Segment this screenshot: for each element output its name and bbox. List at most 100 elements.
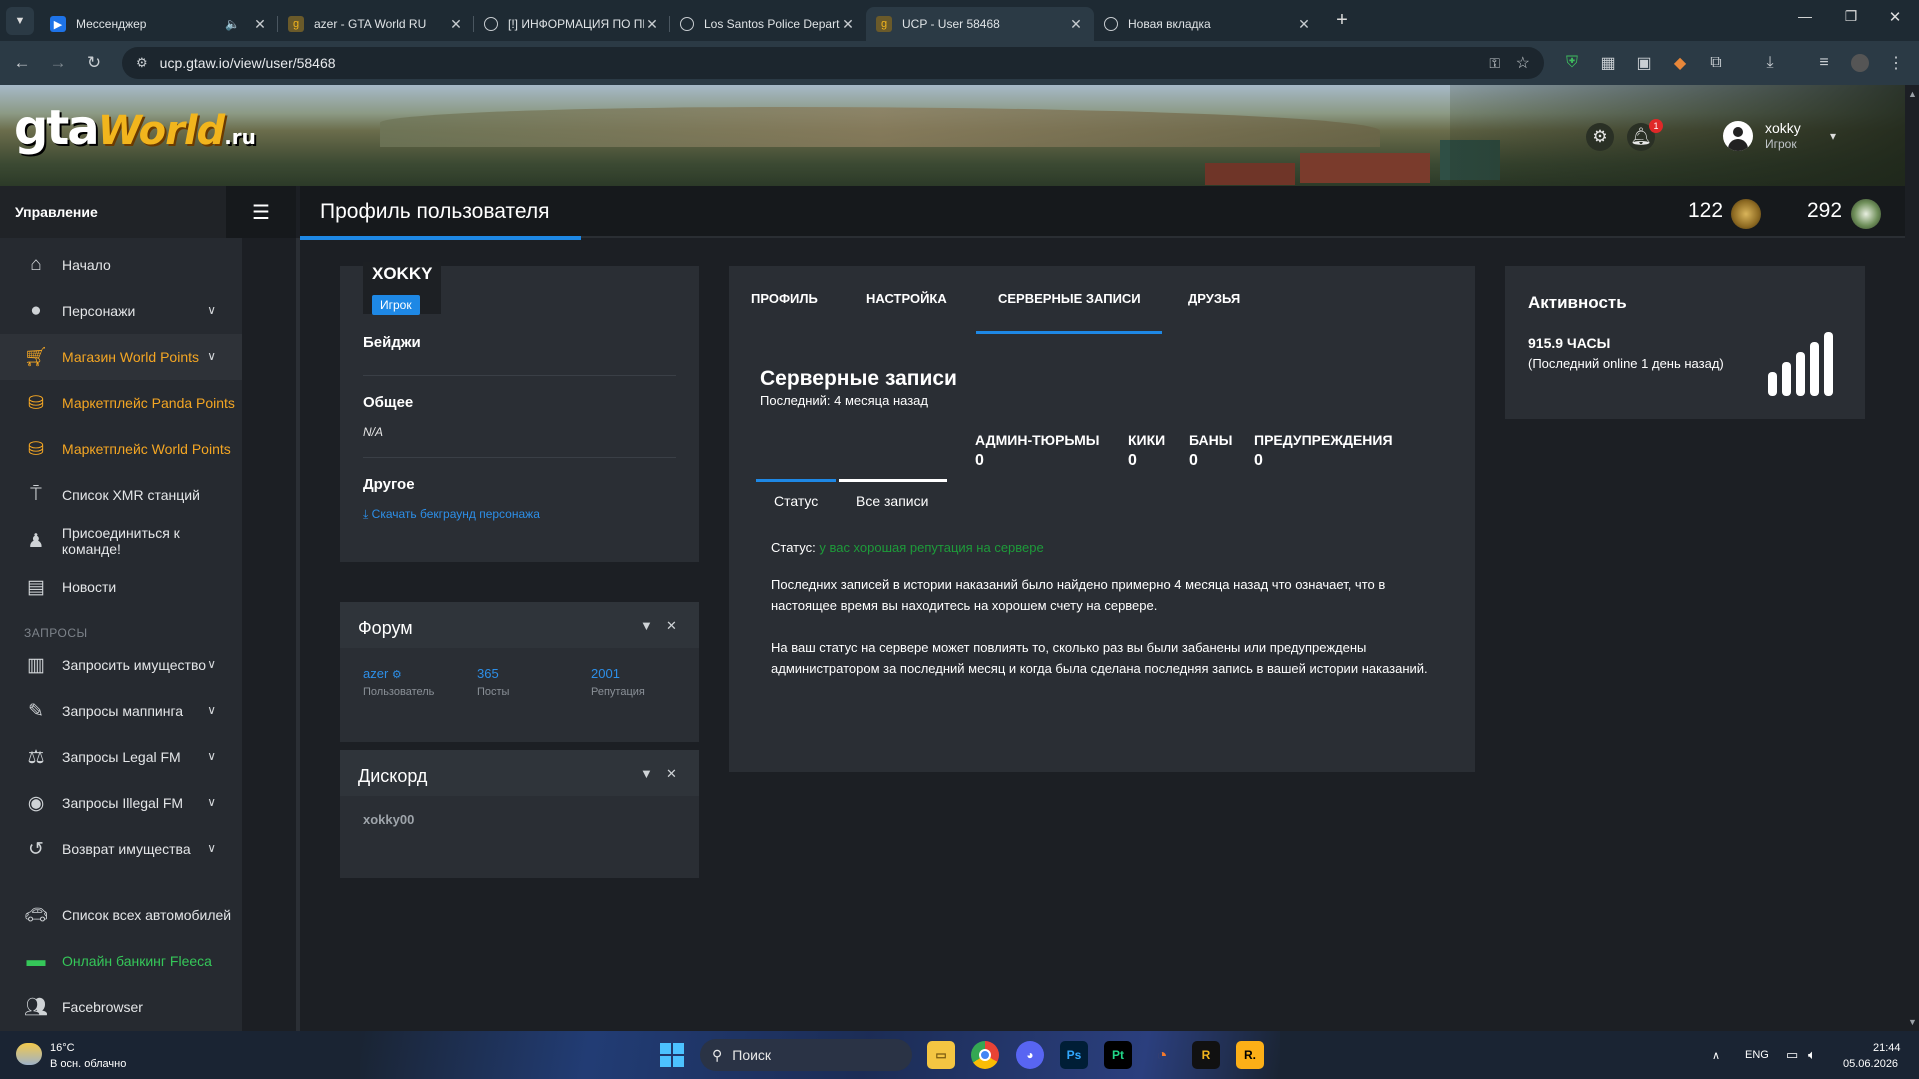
file-explorer-icon[interactable]: ▭ <box>927 1041 955 1069</box>
sidebar-item-panda-marketplace[interactable]: ⛁ Маркетплейс Panda Points <box>0 380 242 426</box>
mask-icon: ◉ <box>27 792 45 814</box>
blender-icon[interactable]: ◔ <box>1148 1041 1176 1069</box>
browser-toolbar: ← → ↻ ⚙ ucp.gtaw.io/view/user/58468 ⚿ ☆ … <box>0 41 1919 85</box>
close-icon[interactable]: ✕ <box>666 618 677 634</box>
profile-name: XOKKY <box>372 264 433 283</box>
sidebar-item-xmr-stations[interactable]: ⍑ Список XMR станций <box>0 472 242 518</box>
browser-tab-active[interactable]: g UCP - User 58468 ✕ <box>866 7 1094 41</box>
address-bar[interactable]: ⚙ ucp.gtaw.io/view/user/58468 ⚿ ☆ <box>122 47 1544 79</box>
user-avatar-icon[interactable] <box>1723 121 1753 151</box>
windows-start-icon[interactable] <box>660 1043 684 1067</box>
scroll-down-arrow[interactable]: ▼ <box>1908 1017 1917 1027</box>
browser-tab[interactable]: Новая вкладка ✕ <box>1094 7 1322 41</box>
settings-gear-icon[interactable]: ⚙ <box>1586 123 1614 151</box>
sidebar-item-world-points-shop[interactable]: 🛒︎ Магазин World Points ∨ <box>0 334 242 380</box>
puzzle-icon[interactable]: ⧉ <box>1704 51 1728 75</box>
gta-world-logo[interactable]: gtaWorld.ru <box>14 103 256 162</box>
sidebar-item-facebrowser[interactable]: 👥︎ Facebrowser <box>0 984 242 1030</box>
sidebar-item-all-vehicles[interactable]: 🚗︎ Список всех автомобилей <box>0 892 242 938</box>
collapse-icon[interactable]: ▼ <box>640 766 653 781</box>
close-tab-icon[interactable]: ✕ <box>252 16 268 33</box>
close-icon[interactable]: ✕ <box>666 766 677 782</box>
activity-title: Активность <box>1528 293 1627 312</box>
sidebar-item-news[interactable]: ▤ Новости <box>0 564 242 610</box>
tab-search-button[interactable]: ▼ <box>6 6 34 35</box>
weather-temperature[interactable]: 16°C <box>50 1042 75 1054</box>
browser-tab[interactable]: g azer - GTA World RU ✕ <box>278 7 474 41</box>
network-icon[interactable]: ▭ <box>1786 1047 1798 1063</box>
media-control-icon[interactable]: ≡ <box>1812 51 1836 75</box>
reload-button[interactable]: ↻ <box>80 49 108 77</box>
pycharm-icon[interactable]: Pt <box>1104 1041 1132 1069</box>
tab-profile[interactable]: ПРОФИЛЬ <box>751 291 818 306</box>
new-tab-button[interactable]: + <box>1328 7 1356 35</box>
close-tab-icon[interactable]: ✕ <box>1068 16 1084 33</box>
browser-tab[interactable]: [!] ИНФОРМАЦИЯ ПО ПРОГРА ✕ <box>474 7 670 41</box>
sidebar-item-world-marketplace[interactable]: ⛁ Маркетплейс World Points <box>0 426 242 472</box>
tab-title: [!] ИНФОРМАЦИЯ ПО ПРОГРА <box>508 17 644 31</box>
weather-icon[interactable] <box>16 1043 42 1065</box>
weather-description[interactable]: В осн. облачно <box>50 1058 126 1070</box>
messenger-icon: ▶ <box>50 16 66 32</box>
subtab-all-records[interactable]: Все записи <box>856 493 928 509</box>
photoshop-icon[interactable]: Ps <box>1060 1041 1088 1069</box>
clock-date[interactable]: 05.06.2026 <box>1843 1058 1898 1070</box>
more-menu-icon[interactable]: ⋮ <box>1884 51 1908 75</box>
browser-tab[interactable]: Los Santos Police Department - ✕ <box>670 7 866 41</box>
chrome-icon[interactable] <box>971 1041 999 1069</box>
forum-username-link[interactable]: azer ⚙ <box>363 666 402 681</box>
stat-warnings-label: ПРЕДУПРЕЖДЕНИЯ <box>1254 432 1393 448</box>
rockstar-launcher-icon[interactable]: R. <box>1236 1041 1264 1069</box>
discord-username: xokky00 <box>363 812 415 827</box>
download-icon[interactable]: ⤓ <box>1758 51 1782 75</box>
site-info-icon[interactable]: ⚙ <box>136 55 148 71</box>
sidebar-item-join-team[interactable]: ♟ Присоединиться к команде! <box>0 518 242 564</box>
sidebar-item-mapping-requests[interactable]: ✎ Запросы маппинга ∨ <box>0 688 242 734</box>
hamburger-menu-button[interactable]: ☰ <box>226 186 296 238</box>
tab-settings[interactable]: НАСТРОЙКА <box>866 291 947 306</box>
fox-extension-icon[interactable]: ◆ <box>1668 51 1692 75</box>
sidebar-item-property-refund[interactable]: ↺ Возврат имущества ∨ <box>0 826 242 872</box>
close-window-button[interactable]: ✕ <box>1880 8 1910 32</box>
browser-tab[interactable]: ▶ Мессенджер 🔈 ✕ <box>40 7 278 41</box>
scroll-up-arrow[interactable]: ▲ <box>1908 89 1917 99</box>
user-menu-chevron-icon[interactable]: ▾ <box>1830 129 1836 143</box>
sidebar-item-illegal-fm[interactable]: ◉ Запросы Illegal FM ∨ <box>0 780 242 826</box>
collapse-icon[interactable]: ▼ <box>640 618 653 633</box>
rage-mp-icon[interactable]: R <box>1192 1041 1220 1069</box>
clock-time[interactable]: 21:44 <box>1873 1042 1901 1054</box>
close-tab-icon[interactable]: ✕ <box>644 16 660 33</box>
profile-avatar-icon[interactable] <box>1848 51 1872 75</box>
sidebar-item-fleeca-banking[interactable]: ▬ Онлайн банкинг Fleeca <box>0 938 242 984</box>
taskbar-search[interactable]: ⚲ Поиск <box>700 1039 912 1071</box>
volume-icon[interactable]: 🔈︎ <box>1808 1047 1816 1063</box>
download-background-link[interactable]: ⤓ Скачать бекграунд персонажа <box>363 507 540 522</box>
language-indicator[interactable]: ENG <box>1745 1049 1769 1061</box>
tab-server-records[interactable]: СЕРВЕРНЫЕ ЗАПИСИ <box>998 291 1141 306</box>
close-tab-icon[interactable]: ✕ <box>448 16 464 33</box>
show-hidden-icons-chevron[interactable]: ∧ <box>1712 1049 1720 1062</box>
page-scrollbar[interactable]: ▲ ▼ <box>1905 85 1919 1031</box>
chevron-down-icon: ∨ <box>207 749 216 763</box>
close-tab-icon[interactable]: ✕ <box>1296 16 1312 33</box>
subtab-status[interactable]: Статус <box>774 493 818 509</box>
extension-icon[interactable]: ▣ <box>1632 51 1656 75</box>
shield-extension-icon[interactable]: ⛨ <box>1560 51 1584 75</box>
sidebar-item-request-property[interactable]: ▥ Запросить имущество ∨ <box>0 642 242 688</box>
key-icon[interactable]: ⚿ <box>1489 55 1500 72</box>
discord-icon[interactable]: ◕ <box>1016 1041 1044 1069</box>
back-button[interactable]: ← <box>8 49 36 77</box>
sidebar-item-legal-fm[interactable]: ⚖ Запросы Legal FM ∨ <box>0 734 242 780</box>
profile-role-badge: Игрок <box>372 295 420 315</box>
sidebar-item-characters[interactable]: ● Персонажи ∨ <box>0 288 242 334</box>
close-tab-icon[interactable]: ✕ <box>840 16 856 33</box>
minimize-button[interactable]: — <box>1790 8 1820 32</box>
header-user-name[interactable]: xokky <box>1765 120 1801 136</box>
restore-button[interactable]: ❐ <box>1836 8 1866 32</box>
hamburger-icon: ☰ <box>252 201 270 224</box>
qr-extension-icon[interactable]: ▦ <box>1596 51 1620 75</box>
forward-button[interactable]: → <box>44 49 72 77</box>
tab-friends[interactable]: ДРУЗЬЯ <box>1188 291 1240 306</box>
bookmark-star-icon[interactable]: ☆ <box>1516 53 1530 73</box>
sidebar-item-home[interactable]: ⌂ Начало <box>0 242 242 288</box>
